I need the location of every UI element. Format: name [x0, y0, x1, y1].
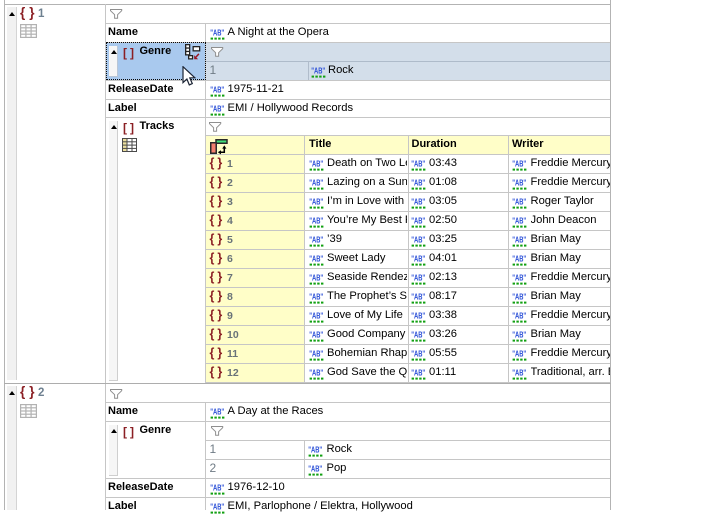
svg-text:"AB": "AB" [411, 254, 425, 264]
svg-text:"AB": "AB" [309, 368, 323, 378]
svg-text:"AB": "AB" [309, 197, 323, 207]
svg-text:"AB": "AB" [411, 330, 425, 340]
svg-text:"AB": "AB" [512, 178, 526, 188]
svg-text:"AB": "AB" [411, 235, 425, 245]
svg-text:"AB": "AB" [411, 216, 425, 226]
svg-text:"AB": "AB" [512, 368, 526, 378]
svg-text:"AB": "AB" [309, 235, 323, 245]
svg-text:"AB": "AB" [210, 104, 224, 114]
svg-text:"AB": "AB" [512, 235, 526, 245]
svg-text:"AB": "AB" [512, 216, 526, 226]
svg-text:"AB": "AB" [309, 178, 323, 188]
svg-text:"AB": "AB" [411, 292, 425, 302]
svg-text:"AB": "AB" [210, 28, 224, 38]
svg-text:"AB": "AB" [311, 66, 325, 76]
svg-text:"AB": "AB" [512, 254, 526, 264]
svg-text:"AB": "AB" [512, 330, 526, 340]
svg-text:"AB": "AB" [512, 273, 526, 283]
svg-text:"AB": "AB" [411, 159, 425, 169]
svg-text:"AB": "AB" [512, 159, 526, 169]
svg-text:"AB": "AB" [512, 292, 526, 302]
svg-text:"AB": "AB" [309, 330, 323, 340]
svg-text:"AB": "AB" [309, 311, 323, 321]
svg-text:"AB": "AB" [512, 311, 526, 321]
svg-text:"AB": "AB" [309, 273, 323, 283]
svg-text:"AB": "AB" [411, 273, 425, 283]
svg-text:"AB": "AB" [308, 445, 322, 455]
svg-text:"AB": "AB" [512, 197, 526, 207]
svg-text:"AB": "AB" [309, 216, 323, 226]
svg-text:"AB": "AB" [411, 349, 425, 359]
svg-text:"AB": "AB" [512, 349, 526, 359]
svg-text:"AB": "AB" [309, 292, 323, 302]
svg-text:"AB": "AB" [308, 464, 322, 474]
svg-text:"AB": "AB" [309, 159, 323, 169]
svg-text:"AB": "AB" [210, 407, 224, 417]
svg-text:"AB": "AB" [411, 311, 425, 321]
svg-text:"AB": "AB" [210, 483, 224, 493]
svg-text:"AB": "AB" [309, 349, 323, 359]
svg-text:"AB": "AB" [411, 368, 425, 378]
svg-text:"AB": "AB" [411, 197, 425, 207]
svg-text:"AB": "AB" [411, 178, 425, 188]
svg-text:"AB": "AB" [210, 502, 224, 512]
svg-text:"AB": "AB" [309, 254, 323, 264]
svg-text:"AB": "AB" [210, 85, 224, 95]
